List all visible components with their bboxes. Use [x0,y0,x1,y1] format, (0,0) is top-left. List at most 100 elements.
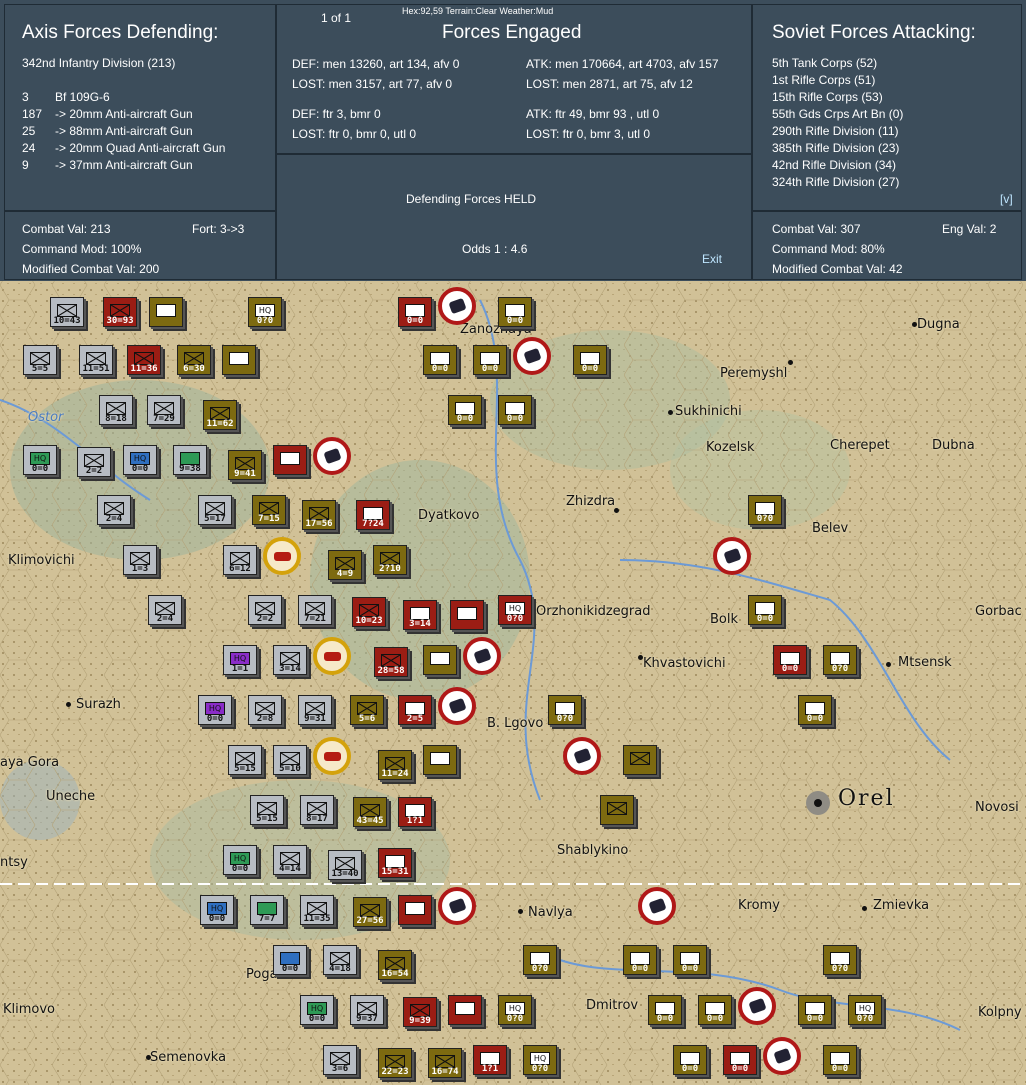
soviet-hq-counter[interactable]: HQ 0?0 [498,595,532,625]
soviet-unit-counter[interactable]: 0=0 [498,297,532,327]
axis-hq-counter[interactable]: HQ 0=0 [123,445,157,475]
soviet-unit-counter[interactable]: 0=0 [798,695,832,725]
axis-unit-counter[interactable]: 6=12 [223,545,257,575]
soviet-unit-counter[interactable] [222,345,256,375]
soviet-unit-counter[interactable]: 22=23 [378,1048,412,1078]
axis-unit-counter[interactable]: 5=5 [23,345,57,375]
soviet-unit-counter[interactable] [273,445,307,475]
soviet-unit-counter[interactable] [423,745,457,775]
soviet-hq-counter[interactable]: HQ 0?0 [248,297,282,327]
axis-hq-counter[interactable]: HQ 0=0 [200,895,234,925]
air-unit-icon[interactable] [638,887,676,925]
soviet-unit-counter[interactable]: 0=0 [423,345,457,375]
soviet-unit-counter[interactable]: 9=39 [403,997,437,1027]
axis-hq-counter[interactable]: HQ 0=0 [23,445,57,475]
soviet-unit-counter[interactable]: 7?24 [356,500,390,530]
soviet-unit-counter[interactable]: 9=41 [228,450,262,480]
soviet-unit-counter[interactable]: 0=0 [723,1045,757,1075]
axis-hq-counter[interactable]: HQ 1=1 [223,645,257,675]
soviet-unit-counter[interactable]: 0=0 [448,395,482,425]
air-unit-icon[interactable] [713,537,751,575]
soviet-unit-counter[interactable]: 0?0 [823,945,857,975]
air-unit-icon[interactable] [313,437,351,475]
soviet-unit-counter[interactable]: 0=0 [823,1045,857,1075]
axis-unit-counter[interactable]: 5=17 [198,495,232,525]
soviet-unit-counter[interactable]: 0?0 [748,495,782,525]
axis-unit-counter[interactable]: 1=3 [123,545,157,575]
air-unit-icon[interactable] [763,1037,801,1075]
soviet-hq-counter[interactable]: HQ 0?0 [848,995,882,1025]
soviet-unit-counter[interactable]: 0=0 [673,945,707,975]
axis-hq-counter[interactable]: HQ 0=0 [223,845,257,875]
soviet-unit-counter[interactable]: 0=0 [648,995,682,1025]
axis-hq-counter[interactable]: HQ 0=0 [300,995,334,1025]
axis-unit-counter[interactable]: 9=38 [173,445,207,475]
soviet-unit-counter[interactable]: 10=23 [352,597,386,627]
soviet-unit-counter[interactable]: 0=0 [573,345,607,375]
air-unit-icon[interactable] [438,287,476,325]
soviet-unit-counter[interactable]: 0=0 [748,595,782,625]
soviet-unit-counter[interactable] [623,745,657,775]
soviet-unit-counter[interactable] [600,795,634,825]
soviet-unit-counter[interactable]: 3=14 [403,600,437,630]
axis-unit-counter[interactable]: 5=10 [273,745,307,775]
soviet-unit-counter[interactable]: 0=0 [673,1045,707,1075]
axis-unit-counter[interactable]: 8=18 [99,395,133,425]
axis-unit-counter[interactable]: 10=43 [50,297,84,327]
soviet-unit-counter[interactable]: 30=93 [103,297,137,327]
axis-unit-counter[interactable]: 2=2 [77,447,111,477]
scroll-down-button[interactable]: [v] [1000,191,1013,208]
soviet-unit-counter[interactable]: 11=36 [127,345,161,375]
soviet-unit-counter[interactable]: 2=5 [398,695,432,725]
soviet-unit-counter[interactable]: 0=0 [623,945,657,975]
soviet-unit-counter[interactable]: 28=58 [374,647,408,677]
soviet-unit-counter[interactable]: 16=54 [378,950,412,980]
soviet-unit-counter[interactable]: 1?1 [473,1045,507,1075]
axis-unit-counter[interactable]: 9=37 [350,995,384,1025]
soviet-unit-counter[interactable]: 0?0 [823,645,857,675]
soviet-unit-counter[interactable]: 1?1 [398,797,432,827]
soviet-unit-counter[interactable]: 27=56 [353,897,387,927]
soviet-hq-counter[interactable]: HQ 0?0 [523,1045,557,1075]
axis-unit-counter[interactable]: 7=21 [298,595,332,625]
axis-unit-counter[interactable]: 2=2 [248,595,282,625]
soviet-unit-counter[interactable]: 6=30 [177,345,211,375]
soviet-unit-counter[interactable]: 0=0 [698,995,732,1025]
air-unit-icon[interactable] [513,337,551,375]
soviet-unit-counter[interactable]: 16=74 [428,1048,462,1078]
air-unit-icon[interactable] [738,987,776,1025]
axis-unit-counter[interactable]: 5=15 [228,745,262,775]
soviet-unit-counter[interactable] [423,645,457,675]
soviet-unit-counter[interactable]: 5=6 [350,695,384,725]
soviet-unit-counter[interactable]: 0?0 [523,945,557,975]
soviet-unit-counter[interactable] [398,895,432,925]
axis-unit-counter[interactable]: 13=40 [328,850,362,880]
axis-unit-counter[interactable]: 2=8 [248,695,282,725]
soviet-hq-counter[interactable]: HQ 0?0 [498,995,532,1025]
soviet-unit-counter[interactable]: 15=31 [378,848,412,878]
air-unit-icon[interactable] [438,687,476,725]
axis-hq-counter[interactable]: HQ 0=0 [198,695,232,725]
soviet-unit-counter[interactable]: 0=0 [798,995,832,1025]
axis-unit-counter[interactable]: 11=51 [79,345,113,375]
axis-unit-counter[interactable]: 7=7 [250,895,284,925]
soviet-unit-counter[interactable]: 2?10 [373,545,407,575]
air-unit-icon[interactable] [463,637,501,675]
axis-unit-counter[interactable]: 2=4 [97,495,131,525]
axis-unit-counter[interactable]: 9=31 [298,695,332,725]
air-unit-icon[interactable] [438,887,476,925]
soviet-unit-counter[interactable]: 0=0 [498,395,532,425]
axis-unit-counter[interactable]: 4=14 [273,845,307,875]
tank-unit-icon[interactable] [313,737,351,775]
soviet-unit-counter[interactable]: 0=0 [773,645,807,675]
soviet-unit-counter[interactable]: 4=9 [328,550,362,580]
soviet-unit-counter[interactable] [448,995,482,1025]
axis-unit-counter[interactable]: 7=29 [147,395,181,425]
axis-unit-counter[interactable]: 0=0 [273,945,307,975]
tank-unit-icon[interactable] [263,537,301,575]
axis-unit-counter[interactable]: 8=17 [300,795,334,825]
soviet-unit-counter[interactable]: 7=15 [252,495,286,525]
axis-unit-counter[interactable]: 5=15 [250,795,284,825]
soviet-unit-counter[interactable]: 0=0 [398,297,432,327]
soviet-unit-counter[interactable]: 11=24 [378,750,412,780]
